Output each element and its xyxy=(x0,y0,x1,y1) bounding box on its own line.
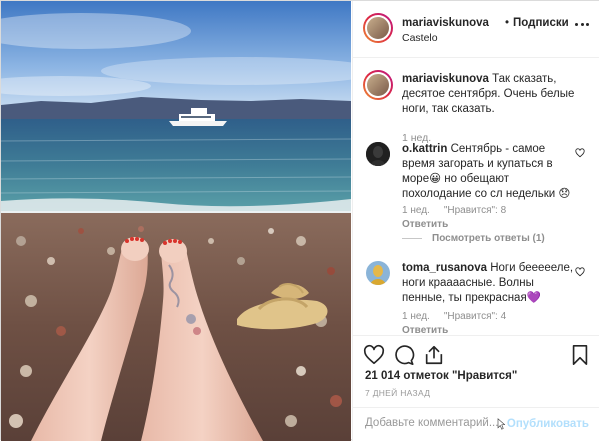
commenter-photo xyxy=(366,142,390,166)
purple-heart-emoji-icon: 💜 xyxy=(526,292,541,304)
more-options-icon[interactable] xyxy=(575,23,589,27)
grin-emoji-icon: 😀 xyxy=(429,173,442,185)
caption-avatar[interactable] xyxy=(363,70,393,100)
instagram-post: mariaviskunova • Подписки Castelo mariav… xyxy=(0,0,599,441)
beach-photo-illustration xyxy=(1,1,351,441)
replies-divider xyxy=(402,238,422,239)
comment-username[interactable]: o.kattrin xyxy=(402,143,447,155)
comment-time[interactable]: 1 нед. xyxy=(402,205,430,216)
disappointed-emoji-icon: 😞 xyxy=(558,188,571,200)
bookmark-icon[interactable] xyxy=(569,344,591,366)
comment-likes[interactable]: "Нравится": 8 xyxy=(444,205,506,216)
author-username[interactable]: mariaviskunova xyxy=(402,17,489,29)
view-replies-label: Посмотреть ответы (1) xyxy=(432,233,545,244)
comment-text: toma_rusanova Ноги беееееле, ноги краааа… xyxy=(402,261,574,306)
share-icon[interactable] xyxy=(423,344,445,366)
commenter-avatar[interactable] xyxy=(366,142,390,166)
comment-icon[interactable] xyxy=(393,344,415,366)
comment-time[interactable]: 1 нед. xyxy=(402,311,430,322)
commenter-avatar[interactable] xyxy=(366,261,390,285)
add-comment-section: Опубликовать xyxy=(353,407,599,441)
following-button[interactable]: Подписки xyxy=(513,17,569,29)
reply-button[interactable]: Ответить xyxy=(402,219,506,230)
comments-list[interactable]: mariaviskunova Так сказать, десятое сент… xyxy=(353,58,599,335)
comment-like-heart-icon[interactable] xyxy=(575,267,585,277)
post-timestamp[interactable]: 7 ДНЕЙ НАЗАД xyxy=(365,388,430,398)
comment-like-heart-icon[interactable] xyxy=(575,148,585,158)
comment-text: o.kattrin Сентябрь - самое время загорат… xyxy=(402,142,574,202)
location-link[interactable]: Castelo xyxy=(402,32,438,44)
publish-button[interactable]: Опубликовать xyxy=(497,418,589,430)
comment-likes[interactable]: "Нравится": 4 xyxy=(444,311,506,322)
post-photo[interactable] xyxy=(1,1,351,441)
commenter-photo xyxy=(366,261,390,285)
reply-button[interactable]: Ответить xyxy=(402,325,506,335)
publish-label: Опубликовать xyxy=(506,418,589,430)
post-side-panel: mariaviskunova • Подписки Castelo mariav… xyxy=(352,1,599,441)
likes-count[interactable]: 21 014 отметок "Нравится" xyxy=(365,370,517,382)
comment-meta: 1 нед. "Нравится": 4 Ответить xyxy=(402,311,506,335)
heart-icon[interactable] xyxy=(363,344,385,366)
post-header: mariaviskunova • Подписки Castelo xyxy=(353,1,599,58)
comment-username[interactable]: toma_rusanova xyxy=(402,262,487,274)
comment-meta: 1 нед. "Нравится": 8 Ответить xyxy=(402,205,506,230)
mouse-cursor-icon xyxy=(497,418,505,430)
caption-username[interactable]: mariaviskunova xyxy=(402,73,489,85)
author-avatar[interactable] xyxy=(363,13,393,43)
post-actions-bar xyxy=(353,335,599,375)
view-replies-button[interactable]: Посмотреть ответы (1) xyxy=(402,233,545,244)
header-dot: • xyxy=(505,17,510,29)
caption-text: mariaviskunova Так сказать, десятое сент… xyxy=(402,72,592,117)
